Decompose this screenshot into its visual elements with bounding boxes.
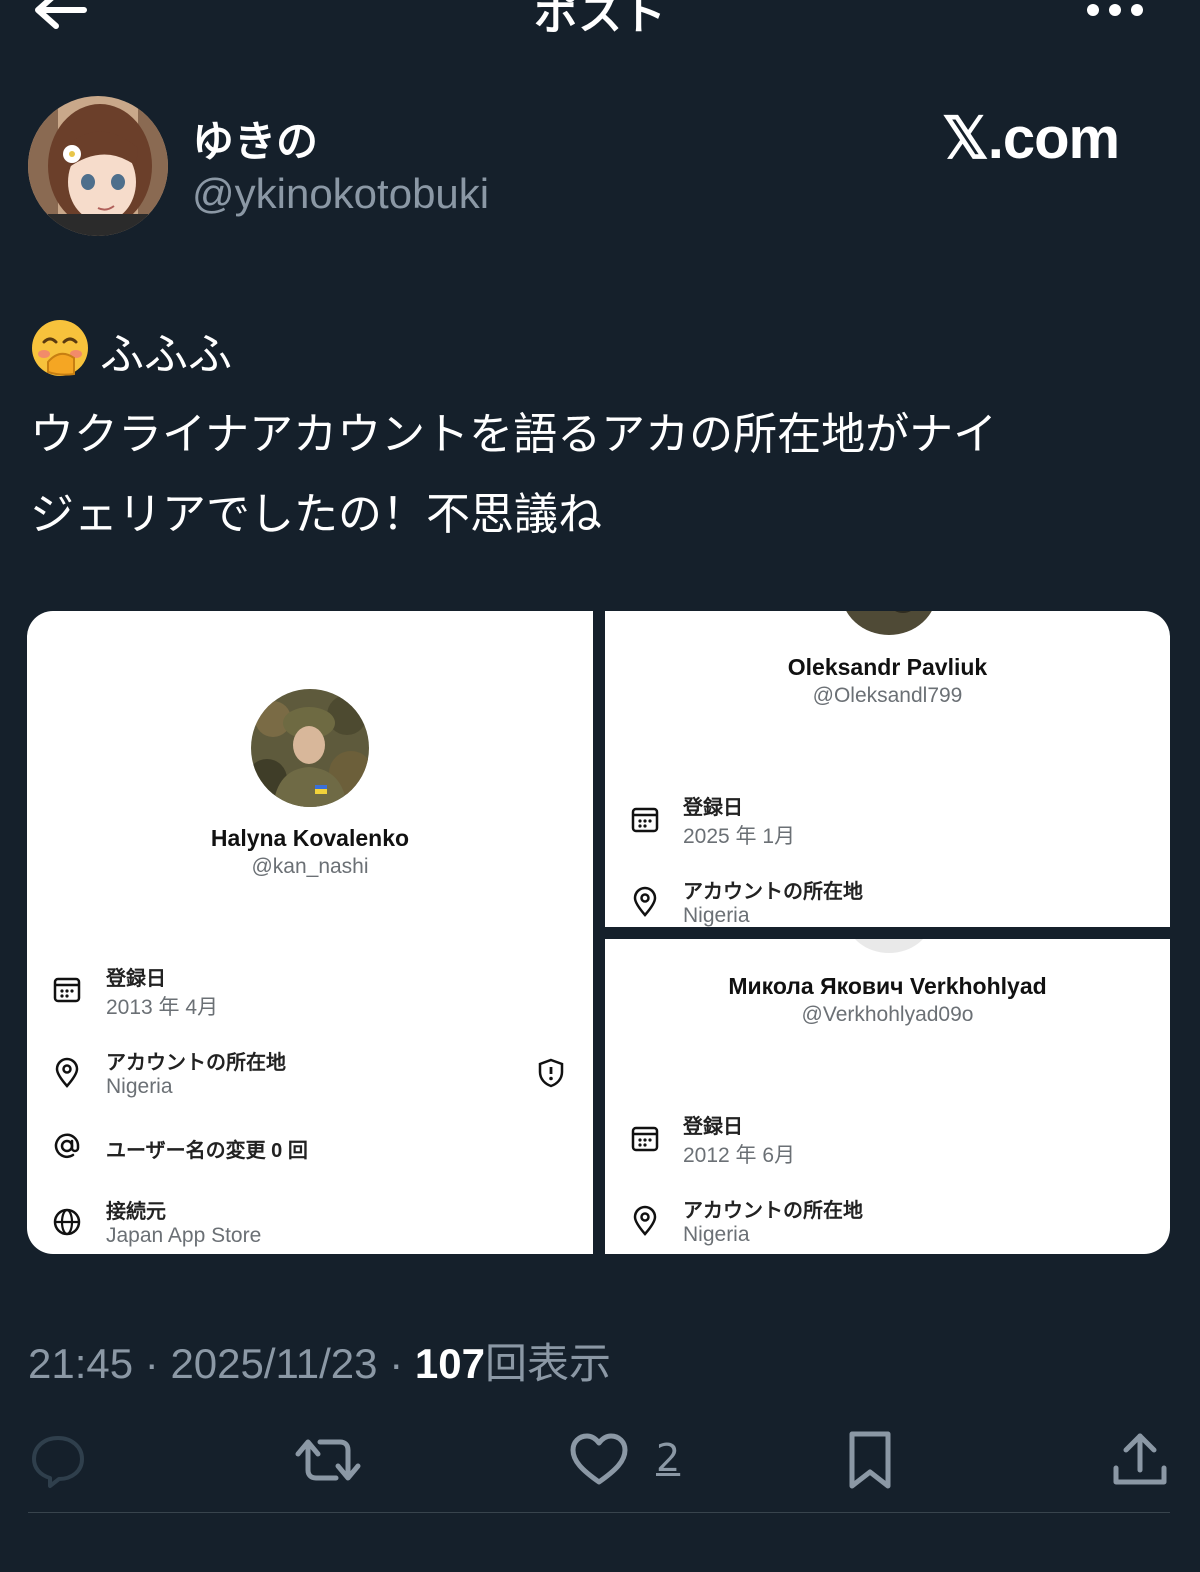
cropped-heading-fragment bbox=[187, 611, 467, 615]
connected-value: Japan App Store bbox=[106, 1224, 262, 1247]
calendar-icon bbox=[51, 973, 83, 1005]
bookmark-button[interactable] bbox=[844, 1428, 896, 1492]
location-value: Nigeria bbox=[106, 1075, 173, 1098]
joined-value: 2012 年 6月 bbox=[683, 1144, 796, 1167]
meta-separator: · bbox=[389, 1340, 415, 1387]
profile-handle: @kan_nashi bbox=[251, 855, 369, 878]
at-sign-icon bbox=[51, 1130, 83, 1162]
location-label: アカウントの所在地 bbox=[106, 1052, 286, 1074]
meta-separator: · bbox=[144, 1340, 171, 1387]
profile-handle: @Oleksandl799 bbox=[812, 684, 963, 707]
profile-avatar-cropped bbox=[841, 611, 937, 635]
page-title: ポスト bbox=[534, 0, 666, 40]
post-text-line-2: ウクライナアカウントを語るアカの所在地がナイ bbox=[30, 409, 998, 460]
profile-avatar bbox=[251, 689, 369, 807]
connected-label: 接続元 bbox=[106, 1201, 166, 1223]
repost-button[interactable] bbox=[294, 1428, 362, 1492]
media-image-2[interactable]: Oleksandr Pavliuk @Oleksandl799 登録日 2025… bbox=[605, 611, 1170, 927]
joined-value: 2013 年 4月 bbox=[106, 996, 219, 1019]
location-label: アカウントの所在地 bbox=[683, 1200, 863, 1222]
view-count: 107 bbox=[414, 1340, 485, 1387]
globe-icon bbox=[51, 1206, 83, 1238]
divider bbox=[28, 1512, 1170, 1513]
hand-over-mouth-emoji bbox=[30, 318, 90, 378]
joined-label: 登録日 bbox=[683, 797, 743, 819]
share-button[interactable] bbox=[1110, 1428, 1170, 1492]
joined-value: 2025 年 1月 bbox=[683, 825, 796, 848]
like-count[interactable]: 2 bbox=[656, 1436, 680, 1480]
more-dots-icon bbox=[1087, 4, 1143, 16]
reply-icon bbox=[32, 1436, 84, 1488]
heart-icon bbox=[570, 1433, 628, 1485]
media-image-3[interactable]: Микола Якович Verkhohlyad @Verkhohlyad09… bbox=[605, 939, 1170, 1254]
like-button[interactable] bbox=[568, 1428, 630, 1492]
profile-handle: @Verkhohlyad09o bbox=[801, 1003, 974, 1026]
post-text-line-1: ふふふ bbox=[100, 329, 232, 380]
post-date: 2025/11/23 bbox=[170, 1340, 378, 1387]
author-display-name[interactable]: ゆきの bbox=[192, 108, 318, 169]
share-icon bbox=[1113, 1433, 1167, 1485]
post-meta: 21:45 · 2025/11/23 · 107回表示 bbox=[28, 1330, 611, 1391]
location-pin-icon bbox=[629, 886, 661, 918]
location-label: アカウントの所在地 bbox=[683, 881, 863, 903]
anime-avatar-image bbox=[28, 96, 168, 236]
username-changes: ユーザー名の変更 0 回 bbox=[106, 1140, 308, 1162]
repost-icon bbox=[295, 1439, 361, 1481]
bookmark-icon bbox=[849, 1431, 891, 1489]
view-label: 回表示 bbox=[484, 1340, 611, 1387]
shield-icon bbox=[535, 1057, 567, 1089]
profile-name: Halyna Kovalenko bbox=[210, 825, 410, 851]
more-button[interactable] bbox=[1080, 0, 1150, 32]
profile-name: Микола Якович Verkhohlyad bbox=[728, 973, 1047, 999]
media-image-1[interactable]: Halyna Kovalenko @kan_nashi 登録日 2013 年 4… bbox=[27, 611, 593, 1254]
calendar-icon bbox=[629, 803, 661, 835]
location-pin-icon bbox=[51, 1057, 83, 1089]
profile-avatar-cropped bbox=[847, 939, 931, 953]
calendar-icon bbox=[629, 1122, 661, 1154]
location-pin-icon bbox=[629, 1205, 661, 1237]
joined-label: 登録日 bbox=[683, 1116, 743, 1138]
author-avatar[interactable] bbox=[28, 96, 168, 236]
reply-button[interactable] bbox=[28, 1428, 88, 1492]
post-time: 21:45 bbox=[28, 1340, 134, 1387]
location-value: Nigeria bbox=[683, 904, 750, 927]
joined-label: 登録日 bbox=[106, 968, 166, 990]
author-handle[interactable]: @ykinokotobuki bbox=[192, 170, 489, 218]
post-text-line-3: ジェリアでしたの！不思議ね bbox=[30, 489, 602, 540]
profile-name: Oleksandr Pavliuk bbox=[787, 654, 988, 680]
x-watermark: 𝕏.com bbox=[942, 106, 1120, 171]
location-value: Nigeria bbox=[683, 1223, 750, 1246]
